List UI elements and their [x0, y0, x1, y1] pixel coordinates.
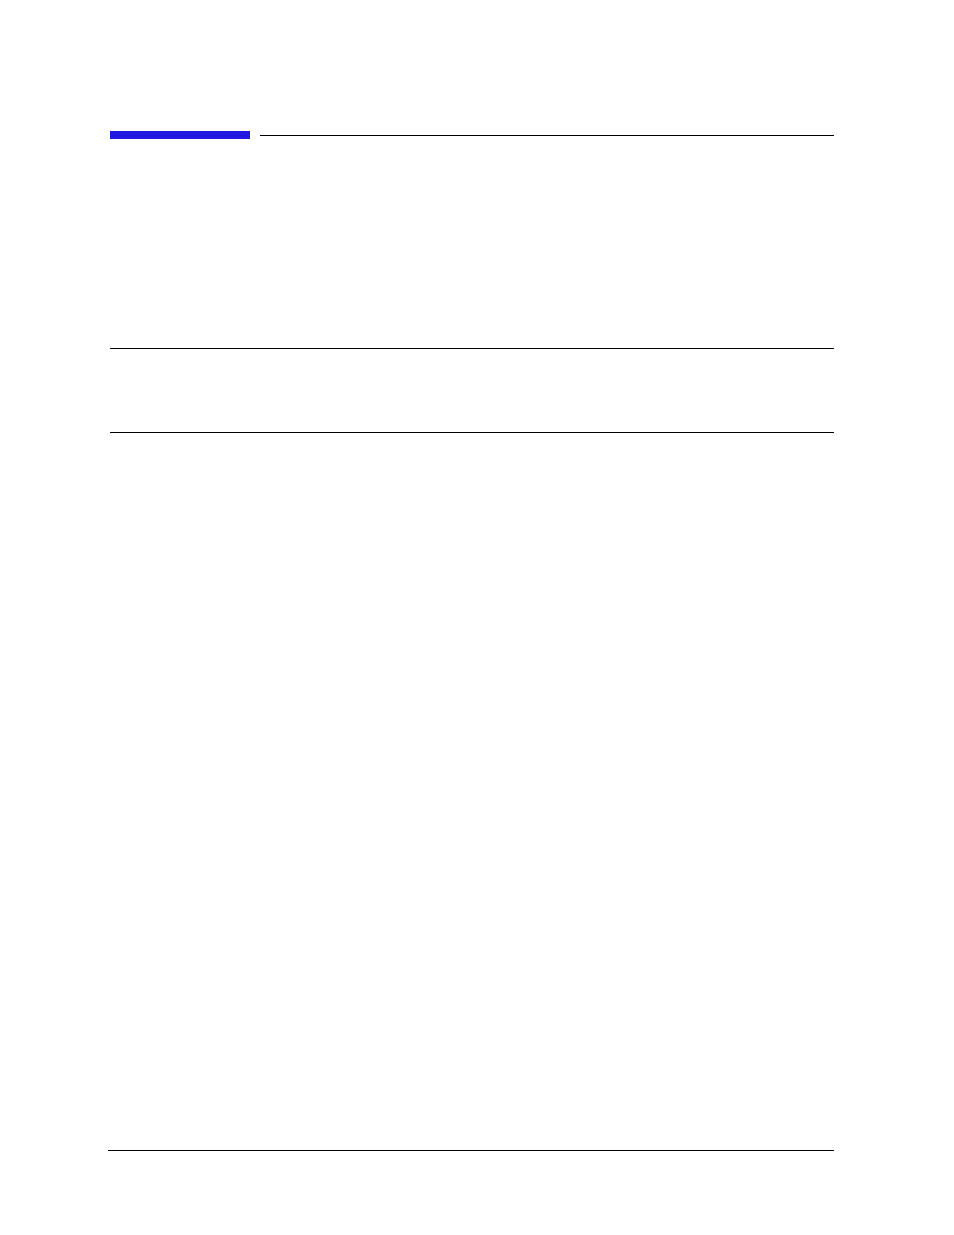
- section-rule-1: [110, 348, 834, 349]
- header-rule: [260, 135, 834, 136]
- section-rule-2: [110, 432, 834, 433]
- header-rule-row: [110, 130, 834, 140]
- footer-rule: [108, 1150, 834, 1151]
- document-page: [0, 0, 954, 1235]
- accent-bar: [110, 131, 250, 139]
